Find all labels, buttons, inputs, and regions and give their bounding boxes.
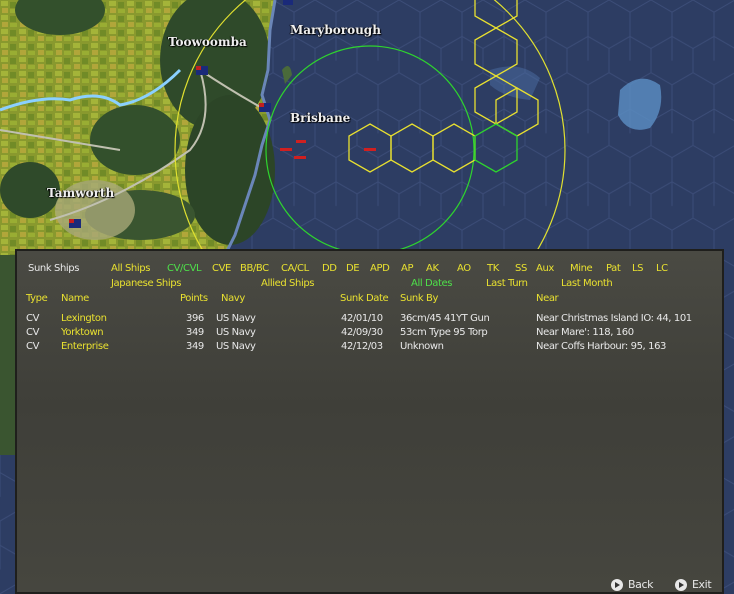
- row-navy: US Navy: [216, 313, 256, 324]
- filter-all-dates[interactable]: All Dates: [411, 278, 452, 290]
- column-header-near[interactable]: Near: [536, 293, 559, 305]
- filter-pat[interactable]: Pat: [606, 263, 621, 275]
- row-ship-name[interactable]: Yorktown: [61, 327, 104, 339]
- row-points: 349: [186, 341, 204, 352]
- filter-de[interactable]: DE: [346, 263, 360, 275]
- filter-last-turn[interactable]: Last Turn: [486, 278, 528, 290]
- back-button[interactable]: Back: [611, 578, 654, 591]
- filter-cv-cvl[interactable]: CV/CVL: [167, 263, 202, 275]
- filter-ss[interactable]: SS: [515, 263, 527, 275]
- filter-ca-cl[interactable]: CA/CL: [281, 263, 309, 275]
- filter-apd[interactable]: APD: [370, 263, 390, 275]
- row-sunk-date: 42/01/10: [341, 313, 383, 324]
- column-header-sunk-date[interactable]: Sunk Date: [340, 293, 389, 305]
- column-header-navy[interactable]: Navy: [221, 293, 245, 305]
- row-type: CV: [26, 327, 40, 338]
- column-header-type[interactable]: Type: [26, 293, 48, 305]
- city-label-toowoomba: Toowoomba: [168, 35, 247, 49]
- filter-lc[interactable]: LC: [656, 263, 668, 275]
- filter-ao[interactable]: AO: [457, 263, 471, 275]
- row-points: 349: [186, 327, 204, 338]
- row-sunk-by: 53cm Type 95 Torp: [400, 327, 488, 338]
- row-sunk-date: 42/09/30: [341, 327, 383, 338]
- arrow-right-icon: [675, 578, 687, 591]
- city-label-tamworth: Tamworth: [47, 186, 115, 200]
- row-ship-name[interactable]: Lexington: [61, 313, 107, 325]
- filter-ls[interactable]: LS: [632, 263, 644, 275]
- filter-japanese-ships[interactable]: Japanese Ships: [111, 278, 181, 290]
- exit-button-label: Exit: [692, 578, 712, 591]
- filter-all-ships[interactable]: All Ships: [111, 263, 150, 275]
- column-header-sunk-by[interactable]: Sunk By: [400, 293, 438, 305]
- row-type: CV: [26, 313, 40, 324]
- panel-title: Sunk Ships: [28, 263, 80, 274]
- filter-bb-bc[interactable]: BB/BC: [240, 263, 269, 275]
- filter-aux[interactable]: Aux: [536, 263, 554, 275]
- filter-ap[interactable]: AP: [401, 263, 413, 275]
- filter-dd[interactable]: DD: [322, 263, 337, 275]
- sunk-ships-panel: Sunk Ships All Ships CV/CVL CVE BB/BC CA…: [15, 249, 724, 594]
- exit-button[interactable]: Exit: [675, 578, 712, 591]
- city-label-brisbane: Brisbane: [290, 111, 351, 125]
- filter-tk[interactable]: TK: [487, 263, 499, 275]
- row-type: CV: [26, 341, 40, 352]
- row-navy: US Navy: [216, 341, 256, 352]
- column-header-name[interactable]: Name: [61, 293, 89, 305]
- filter-ak[interactable]: AK: [426, 263, 439, 275]
- row-points: 396: [186, 313, 204, 324]
- column-header-points[interactable]: Points: [180, 293, 208, 305]
- row-near: Near Mare': 118, 160: [536, 327, 634, 338]
- filter-last-month[interactable]: Last Month: [561, 278, 613, 290]
- row-near: Near Christmas Island IO: 44, 101: [536, 313, 692, 324]
- arrow-right-icon: [611, 578, 623, 591]
- row-ship-name[interactable]: Enterprise: [61, 341, 109, 353]
- row-near: Near Coffs Harbour: 95, 163: [536, 341, 666, 352]
- row-sunk-date: 42/12/03: [341, 341, 383, 352]
- row-navy: US Navy: [216, 327, 256, 338]
- filter-mine[interactable]: Mine: [570, 263, 593, 275]
- filter-cve[interactable]: CVE: [212, 263, 231, 275]
- filter-allied-ships[interactable]: Allied Ships: [261, 278, 314, 290]
- row-sunk-by: 36cm/45 41YT Gun: [400, 313, 490, 324]
- city-label-maryborough: Maryborough: [290, 23, 381, 37]
- back-button-label: Back: [628, 578, 654, 591]
- row-sunk-by: Unknown: [400, 341, 444, 352]
